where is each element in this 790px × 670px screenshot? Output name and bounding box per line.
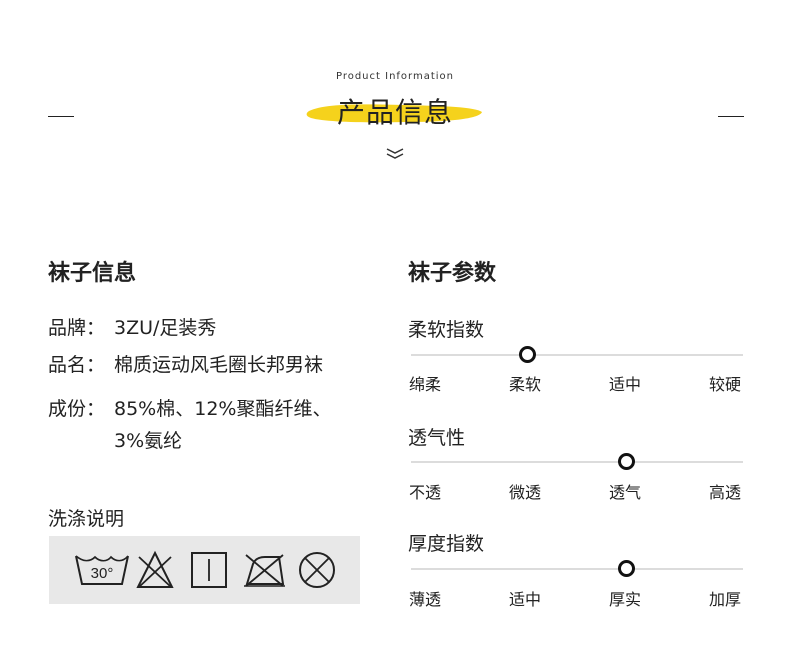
thickness-tick-4: 加厚	[709, 590, 742, 609]
info-row-composition: 成份： 85%棉、12%聚酯纤维、 3%氨纶	[48, 393, 331, 457]
breathability-knob[interactable]	[618, 453, 636, 470]
thickness-tick-3: 厚实	[609, 590, 642, 609]
wash-temp-label: 30°	[91, 565, 114, 582]
header-subtitle: Product Information	[335, 71, 455, 82]
softness-tick-3: 适中	[609, 375, 642, 394]
thickness-label: 厚度指数	[408, 533, 485, 555]
sock-info-title: 袜子信息	[48, 261, 137, 286]
breathability-tick-1: 不透	[409, 483, 442, 502]
header-left-rule	[48, 116, 74, 117]
info-key: 成份：	[48, 398, 106, 420]
info-value: 棉质运动风毛圈长邦男袜	[114, 354, 324, 376]
no-iron-icon	[244, 554, 285, 587]
breathability-tick-3: 透气	[609, 483, 642, 502]
info-key: 品名：	[48, 354, 106, 376]
thickness-track	[411, 568, 743, 570]
wash-icons-panel: 30°	[49, 536, 360, 604]
softness-tick-2: 柔软	[509, 375, 542, 394]
info-value: 3ZU/足装秀	[114, 317, 217, 339]
softness-label: 柔软指数	[408, 319, 485, 341]
double-chevron-down-icon	[386, 148, 404, 159]
softness-knob[interactable]	[518, 346, 536, 363]
no-dry-clean-icon	[299, 552, 335, 588]
softness-tick-4: 较硬	[709, 375, 742, 394]
line-dry-icon	[191, 552, 227, 588]
thickness-tick-1: 薄透	[409, 590, 442, 609]
composition-line-1: 85%棉、12%聚酯纤维、	[114, 398, 332, 420]
wash-30-icon: 30°	[75, 555, 129, 585]
info-row-brand: 品牌： 3ZU/足装秀	[48, 312, 216, 344]
thickness-tick-2: 适中	[509, 590, 542, 609]
info-value: 85%棉、12%聚酯纤维、 3%氨纶	[114, 393, 331, 457]
composition-line-2: 3%氨纶	[114, 430, 183, 452]
breathability-track	[411, 461, 743, 463]
breathability-label: 透气性	[408, 427, 466, 449]
wash-instructions-title: 洗涤说明	[48, 508, 125, 530]
softness-track	[411, 354, 743, 356]
thickness-knob[interactable]	[618, 560, 636, 577]
info-row-product-name: 品名： 棉质运动风毛圈长邦男袜	[48, 349, 323, 381]
softness-tick-1: 绵柔	[409, 375, 442, 394]
page-title: 产品信息	[336, 96, 453, 129]
no-bleach-icon	[136, 550, 174, 588]
breathability-tick-4: 高透	[709, 483, 742, 502]
sock-params-title: 袜子参数	[408, 261, 497, 286]
header-title-block: 产品信息	[305, 87, 485, 133]
info-key: 品牌：	[48, 317, 106, 339]
header-right-rule	[718, 116, 744, 117]
breathability-tick-2: 微透	[509, 483, 542, 502]
